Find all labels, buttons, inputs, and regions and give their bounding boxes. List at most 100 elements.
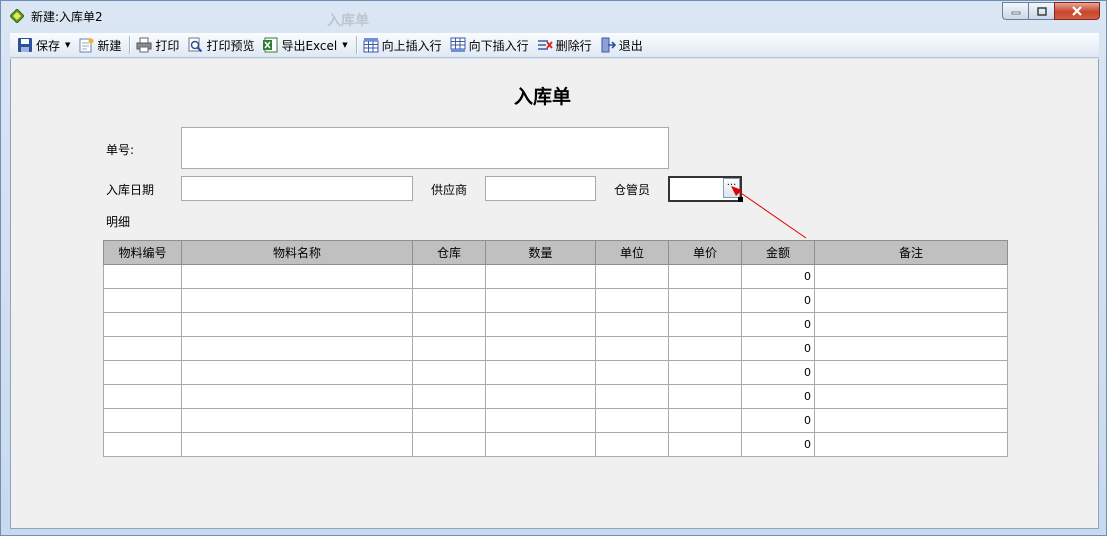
table-cell[interactable]: 0: [741, 336, 815, 361]
table-cell[interactable]: [412, 288, 486, 313]
new-button[interactable]: 新建: [75, 35, 124, 56]
column-header-unit[interactable]: 单位: [595, 240, 669, 265]
toolbar-separator: [355, 36, 357, 54]
export-excel-button[interactable]: 导出Excel ▼: [259, 35, 350, 56]
table-cell[interactable]: [181, 408, 413, 433]
table-cell[interactable]: [595, 360, 669, 385]
table-cell[interactable]: [181, 360, 413, 385]
table-cell[interactable]: [485, 288, 596, 313]
table-cell[interactable]: [485, 264, 596, 289]
resize-handle[interactable]: [738, 197, 743, 202]
table-cell[interactable]: [814, 312, 1008, 337]
table-cell[interactable]: [814, 264, 1008, 289]
close-icon: [1072, 6, 1082, 16]
table-cell[interactable]: [814, 384, 1008, 409]
table-cell[interactable]: 0: [741, 432, 815, 457]
table-cell[interactable]: [814, 288, 1008, 313]
table-cell[interactable]: [412, 384, 486, 409]
delete-row-button[interactable]: 删除行: [534, 35, 595, 56]
table-cell[interactable]: 0: [741, 312, 815, 337]
table-row: 0: [103, 360, 1008, 385]
date-field[interactable]: [181, 176, 413, 201]
title-bar[interactable]: 新建:入库单2 入库单: [1, 1, 1106, 31]
table-cell[interactable]: [181, 432, 413, 457]
table-cell[interactable]: [814, 408, 1008, 433]
table-cell[interactable]: [181, 288, 413, 313]
table-cell[interactable]: [668, 384, 742, 409]
column-header-unit-price[interactable]: 单价: [668, 240, 742, 265]
table-cell[interactable]: [412, 360, 486, 385]
table-cell[interactable]: [595, 432, 669, 457]
table-cell[interactable]: 0: [741, 288, 815, 313]
column-header-warehouse[interactable]: 仓库: [412, 240, 486, 265]
table-cell[interactable]: [485, 432, 596, 457]
column-header-quantity[interactable]: 数量: [485, 240, 596, 265]
table-cell[interactable]: [595, 264, 669, 289]
order-no-label: 单号:: [106, 143, 135, 157]
table-cell[interactable]: [595, 384, 669, 409]
table-cell[interactable]: [668, 432, 742, 457]
column-header-amount[interactable]: 金额: [741, 240, 815, 265]
print-preview-button[interactable]: 打印预览: [184, 35, 257, 56]
table-cell[interactable]: [103, 408, 182, 433]
table-cell[interactable]: [181, 384, 413, 409]
insert-row-below-button[interactable]: 向下插入行: [447, 35, 532, 56]
table-cell[interactable]: [485, 336, 596, 361]
table-cell[interactable]: [668, 408, 742, 433]
table-row: 0: [103, 408, 1008, 433]
table-cell[interactable]: [181, 336, 413, 361]
table-cell[interactable]: 0: [741, 264, 815, 289]
table-cell[interactable]: [668, 360, 742, 385]
table-cell[interactable]: 0: [741, 360, 815, 385]
table-cell[interactable]: [181, 264, 413, 289]
table-cell[interactable]: [103, 432, 182, 457]
table-cell[interactable]: 0: [741, 408, 815, 433]
close-button[interactable]: [1054, 2, 1100, 20]
column-header-material-code[interactable]: 物料编号: [103, 240, 182, 265]
exit-button[interactable]: 退出: [597, 35, 646, 56]
exit-label: 退出: [618, 38, 643, 53]
save-button[interactable]: 保存 ▼: [14, 35, 73, 56]
table-cell[interactable]: [668, 312, 742, 337]
order-no-field[interactable]: [181, 127, 669, 169]
table-cell[interactable]: [103, 384, 182, 409]
table-cell[interactable]: [668, 336, 742, 361]
column-header-remark[interactable]: 备注: [814, 240, 1008, 265]
table-cell[interactable]: [668, 264, 742, 289]
table-cell[interactable]: [103, 336, 182, 361]
table-cell[interactable]: 0: [741, 384, 815, 409]
minimize-button[interactable]: [1002, 2, 1028, 20]
table-cell[interactable]: [412, 432, 486, 457]
table-cell[interactable]: [814, 432, 1008, 457]
table-cell[interactable]: [595, 336, 669, 361]
table-cell[interactable]: [595, 408, 669, 433]
table-row: 0: [103, 312, 1008, 337]
table-cell[interactable]: [814, 336, 1008, 361]
insert-row-above-button[interactable]: 向上插入行: [360, 35, 445, 56]
table-cell[interactable]: [103, 360, 182, 385]
column-header-material-name[interactable]: 物料名称: [181, 240, 413, 265]
table-cell[interactable]: [412, 336, 486, 361]
table-cell[interactable]: [412, 312, 486, 337]
table-cell[interactable]: [595, 288, 669, 313]
table-cell[interactable]: [485, 312, 596, 337]
table-cell[interactable]: [103, 264, 182, 289]
restore-button[interactable]: [1028, 2, 1054, 20]
table-cell[interactable]: [103, 288, 182, 313]
supplier-field[interactable]: [485, 176, 596, 201]
table-cell[interactable]: [181, 312, 413, 337]
table-cell[interactable]: [485, 384, 596, 409]
table-cell[interactable]: [412, 408, 486, 433]
print-label: 打印: [155, 38, 180, 53]
table-cell[interactable]: [103, 312, 182, 337]
print-button[interactable]: 打印: [133, 35, 182, 56]
table-cell[interactable]: [814, 360, 1008, 385]
keeper-lookup-button[interactable]: ···: [723, 178, 740, 198]
table-cell[interactable]: [668, 288, 742, 313]
table-cell[interactable]: [485, 360, 596, 385]
export-dropdown-arrow-icon[interactable]: ▼: [342, 41, 347, 49]
table-cell[interactable]: [595, 312, 669, 337]
save-dropdown-arrow-icon[interactable]: ▼: [65, 41, 70, 49]
table-cell[interactable]: [485, 408, 596, 433]
table-cell[interactable]: [412, 264, 486, 289]
